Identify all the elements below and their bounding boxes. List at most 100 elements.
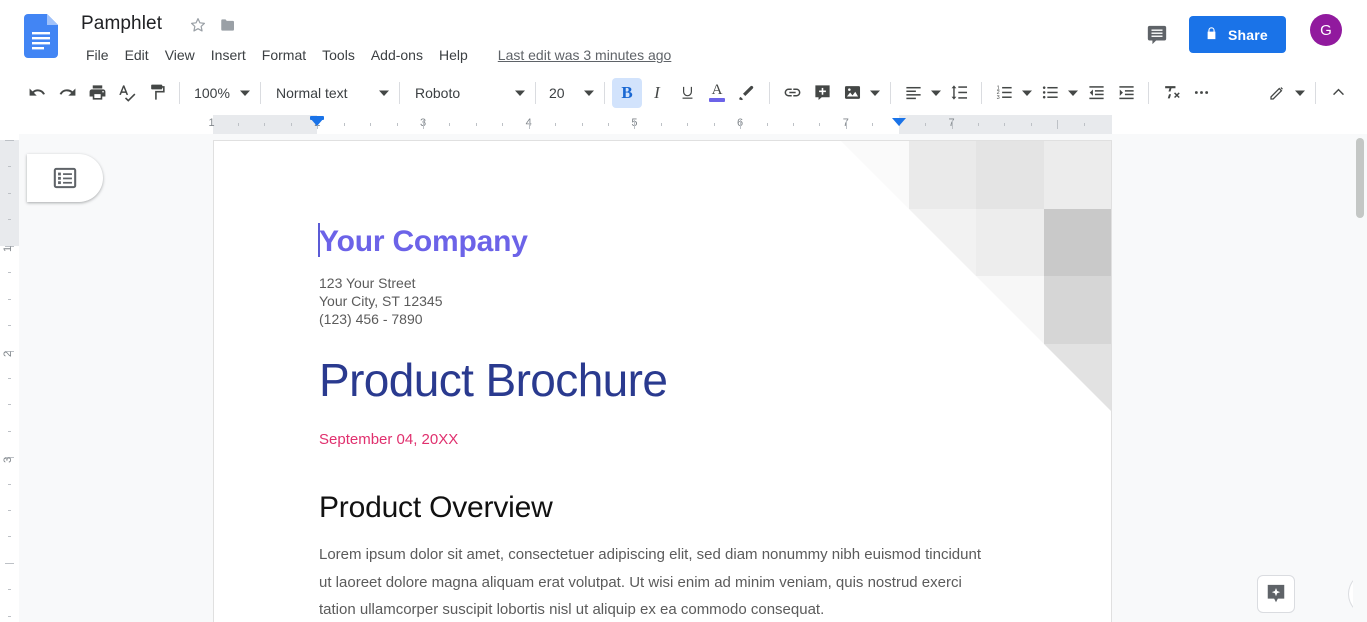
toolbar-divider [535, 81, 536, 104]
line-spacing-icon[interactable] [944, 78, 974, 108]
toolbar-divider [1315, 81, 1316, 104]
paragraph-style-select[interactable]: Normal text [268, 78, 376, 108]
menu-add-ons[interactable]: Add-ons [363, 43, 431, 67]
menu-format[interactable]: Format [254, 43, 314, 67]
vertical-scrollbar[interactable] [1353, 134, 1367, 622]
font-size-chevron-down-icon[interactable] [581, 78, 597, 108]
insert-image-icon[interactable] [837, 78, 867, 108]
undo-icon[interactable] [22, 78, 52, 108]
page-title[interactable]: Pamphlet [78, 10, 165, 38]
align-chevron-down-icon[interactable] [928, 78, 944, 108]
menu-help[interactable]: Help [431, 43, 476, 67]
font-family-select[interactable]: Roboto [407, 78, 512, 108]
menu-insert[interactable]: Insert [203, 43, 254, 67]
increase-indent-icon[interactable] [1111, 78, 1141, 108]
pattern-cell [908, 343, 976, 411]
text-color-button[interactable]: A [702, 78, 732, 108]
svg-text:3: 3 [996, 95, 999, 101]
menu-view[interactable]: View [157, 43, 203, 67]
print-icon[interactable] [82, 78, 112, 108]
zoom-level-select[interactable]: 100% [187, 78, 237, 108]
spellcheck-icon[interactable] [112, 78, 142, 108]
star-outline-icon[interactable] [189, 16, 207, 34]
highlight-pen-icon[interactable] [732, 78, 762, 108]
vertical-ruler[interactable]: 123 [0, 134, 19, 622]
zoom-chevron-down-icon[interactable] [237, 78, 253, 108]
toolbar-divider [981, 81, 982, 104]
menu-tools[interactable]: Tools [314, 43, 363, 67]
toolbar-divider [890, 81, 891, 104]
align-left-icon[interactable] [898, 78, 928, 108]
toolbar-divider [604, 81, 605, 104]
edit-pencil-icon[interactable] [1262, 78, 1292, 108]
numbered-list-icon[interactable]: 1 2 3 [989, 78, 1019, 108]
bold-button[interactable]: B [612, 77, 642, 108]
decrease-indent-icon[interactable] [1081, 78, 1111, 108]
pattern-cell [841, 343, 909, 411]
document-outline-icon[interactable] [27, 154, 103, 202]
avatar-initial: G [1320, 21, 1332, 39]
document-heading-title[interactable]: Product Brochure [319, 353, 668, 407]
toolbar-divider [179, 81, 180, 104]
paragraph-style-chevron-down-icon[interactable] [376, 78, 392, 108]
pattern-cell [908, 208, 976, 276]
text-color-swatch [709, 98, 725, 102]
toolbar-divider [769, 81, 770, 104]
horizontal-ruler[interactable]: 12345677 [0, 115, 1367, 134]
avatar[interactable]: G [1310, 14, 1342, 46]
numbered-list-chevron-down-icon[interactable] [1019, 78, 1035, 108]
pattern-cell [976, 208, 1044, 276]
bulleted-list-icon[interactable] [1035, 78, 1065, 108]
pattern-cell [1043, 343, 1111, 411]
bulleted-list-chevron-down-icon[interactable] [1065, 78, 1081, 108]
insert-link-icon[interactable] [777, 78, 807, 108]
section-heading-product-overview[interactable]: Product Overview [319, 491, 553, 525]
italic-label: I [654, 82, 660, 102]
last-edit-status[interactable]: Last edit was 3 minutes ago [498, 47, 672, 63]
toolbar-divider [1148, 81, 1149, 104]
menu-bar: File Edit View Insert Format Tools Add-o… [78, 43, 671, 67]
font-size-input[interactable]: 20 [543, 78, 581, 108]
more-options-icon[interactable] [1186, 78, 1216, 108]
decorative-corner-pattern [841, 141, 1111, 411]
address-line-3: (123) 456 - 7890 [319, 310, 423, 327]
google-docs-icon[interactable] [24, 14, 58, 58]
share-button[interactable]: Share [1189, 16, 1286, 53]
insert-image-chevron-down-icon[interactable] [867, 78, 883, 108]
toolbar-divider [399, 81, 400, 104]
clear-formatting-icon[interactable] [1156, 78, 1186, 108]
explore-star-icon[interactable] [1257, 575, 1295, 613]
comment-history-icon[interactable] [1140, 18, 1174, 52]
pattern-cell [908, 141, 976, 209]
body-paragraph[interactable]: Lorem ipsum dolor sit amet, consectetuer… [319, 541, 991, 622]
paint-format-icon[interactable] [142, 78, 172, 108]
pattern-cell [1043, 208, 1111, 276]
right-indent-marker[interactable] [891, 118, 906, 126]
address-line-2: Your City, ST 12345 [319, 292, 443, 309]
address-line-1: 123 Your Street [319, 275, 416, 291]
document-date[interactable]: September 04, 20XX [319, 431, 458, 448]
pattern-cell [1043, 276, 1111, 344]
underline-button[interactable] [672, 78, 702, 108]
lock-icon [1204, 26, 1219, 44]
left-indent-marker[interactable] [310, 118, 325, 126]
redo-icon[interactable] [52, 78, 82, 108]
font-family-chevron-down-icon[interactable] [512, 78, 528, 108]
scrollbar-thumb[interactable] [1356, 138, 1364, 218]
add-comment-icon[interactable] [807, 78, 837, 108]
document-page[interactable]: Your Company 123 Your Street Your City, … [213, 140, 1112, 622]
folder-icon[interactable] [219, 16, 237, 34]
pattern-cell [976, 276, 1044, 344]
menu-file[interactable]: File [78, 43, 117, 67]
collapse-toolbar-chevron-icon[interactable] [1323, 78, 1353, 108]
pattern-cell [908, 276, 976, 344]
edit-mode-chevron-down-icon[interactable] [1292, 78, 1308, 108]
document-title-area[interactable]: Pamphlet [78, 10, 165, 38]
pattern-cell [976, 343, 1044, 411]
italic-button[interactable]: I [642, 78, 672, 108]
company-name[interactable]: Your Company [319, 225, 528, 259]
company-address[interactable]: 123 Your Street Your City, ST 12345 (123… [319, 275, 442, 328]
menu-edit[interactable]: Edit [117, 43, 157, 67]
formatting-toolbar: 100% Normal text Roboto 20 B I A 1 2 3 [0, 70, 1367, 115]
pattern-cell [841, 208, 909, 276]
